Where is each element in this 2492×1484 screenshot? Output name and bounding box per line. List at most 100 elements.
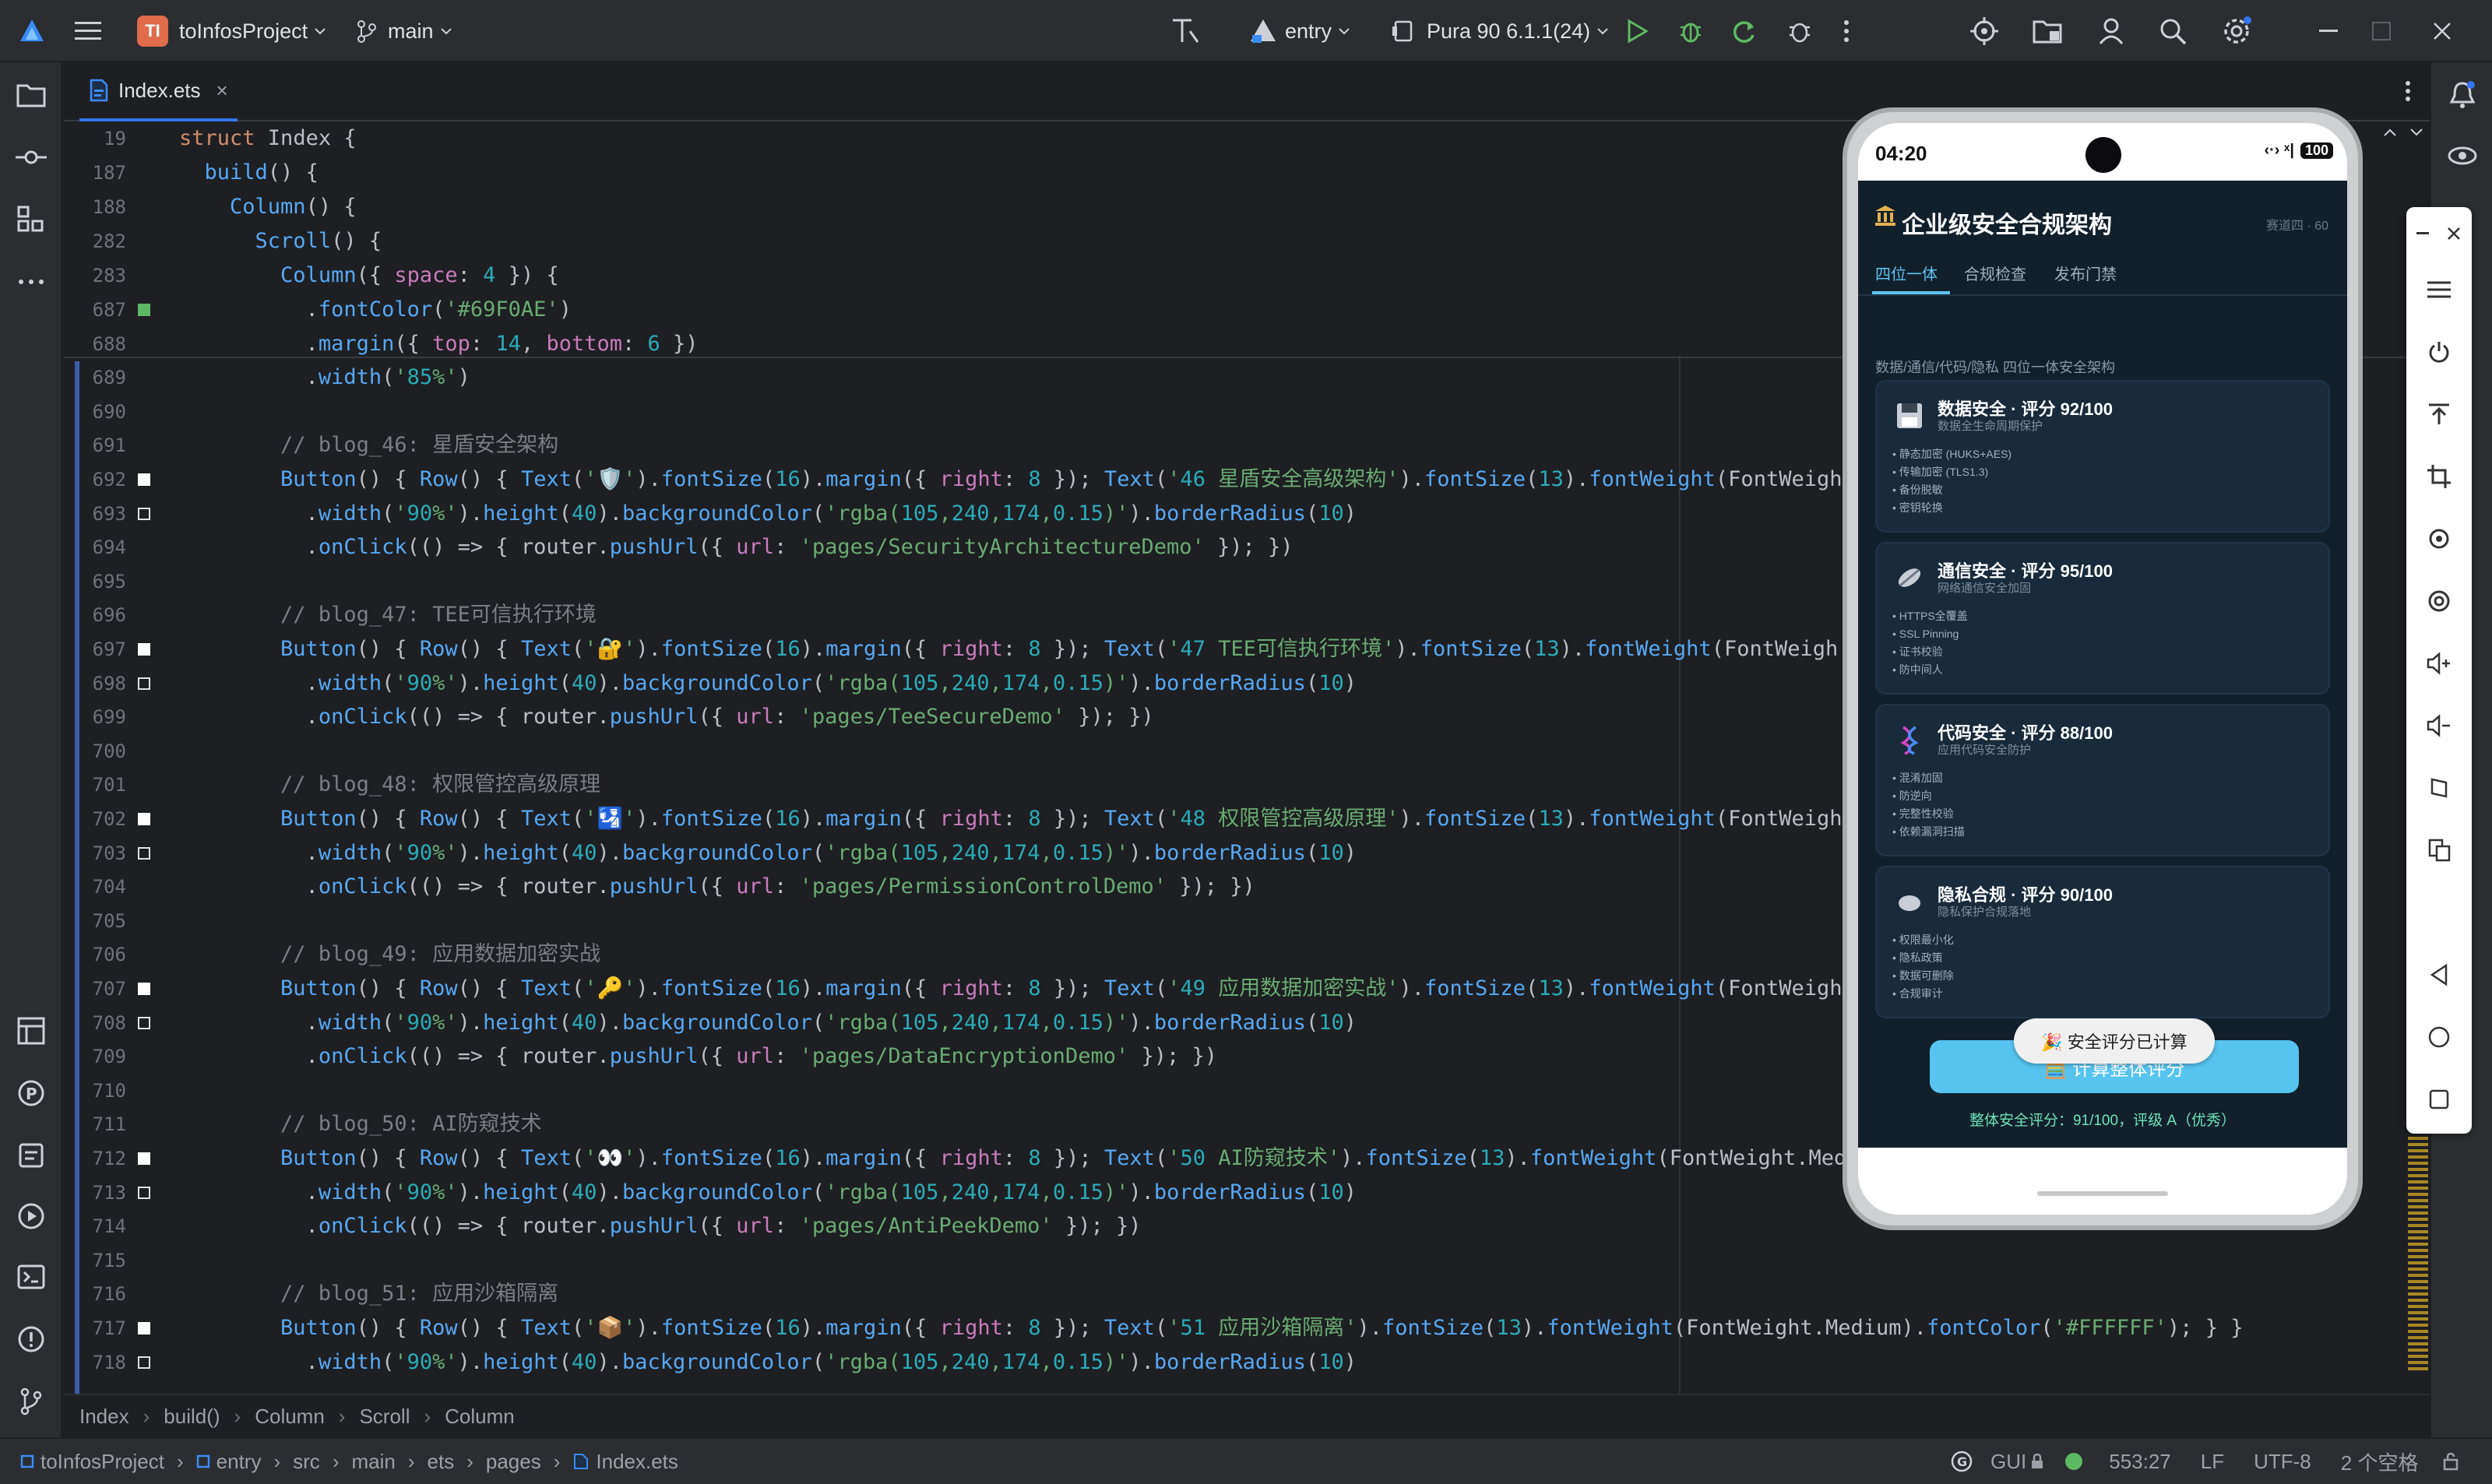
search-icon[interactable] — [2159, 0, 2187, 62]
code-line[interactable]: 718 .width('90%').height(40).backgroundC… — [64, 1345, 2430, 1380]
version-control-icon[interactable] — [16, 1386, 47, 1417]
project-selector[interactable]: TI toInfosProject — [137, 0, 326, 62]
structure-icon[interactable] — [16, 204, 47, 235]
gutter-marker-icon[interactable] — [138, 677, 150, 690]
branch-selector[interactable]: main — [355, 0, 452, 62]
tab-release-gate[interactable]: 发布门禁 — [2054, 262, 2117, 284]
preview-eye-icon[interactable] — [2447, 140, 2478, 171]
inspection-nav[interactable] — [2383, 128, 2423, 137]
layout-inspector-icon[interactable] — [16, 1015, 47, 1046]
device-manager-icon[interactable] — [1970, 0, 1998, 62]
run-icon[interactable] — [1626, 0, 1649, 62]
volume-up-icon[interactable] — [2423, 648, 2455, 679]
attach-debugger-icon[interactable] — [1786, 0, 1813, 62]
code-line[interactable]: 715 — [64, 1243, 2430, 1278]
scrollbar-markers[interactable] — [2408, 1137, 2428, 1370]
breadcrumb-item[interactable]: Column — [255, 1405, 325, 1429]
card-item: • 数据可删除 — [1892, 969, 1954, 982]
gutter-marker-icon[interactable] — [138, 846, 150, 860]
path-item[interactable]: ets — [428, 1450, 455, 1474]
path-item[interactable]: main — [351, 1450, 395, 1474]
back-nav-icon[interactable] — [2423, 959, 2455, 990]
tab-options-icon[interactable] — [2405, 79, 2411, 107]
main-menu-icon[interactable] — [75, 0, 101, 62]
screenshot-icon[interactable] — [2423, 586, 2455, 617]
more-actions-icon[interactable] — [1843, 0, 1850, 62]
path-item[interactable]: Index.ets — [596, 1450, 678, 1474]
gutter-marker-icon[interactable] — [138, 1322, 150, 1335]
path-item[interactable]: src — [293, 1450, 320, 1474]
path-item[interactable]: entry — [216, 1450, 262, 1474]
gutter-marker-icon[interactable] — [138, 507, 150, 520]
card-privacy-compliance[interactable]: 隐私合规 · 评分 90/100 隐私保护合规落地 • 权限最小化 • 隐私政策… — [1875, 866, 2330, 1018]
gutter-marker-icon[interactable] — [138, 304, 150, 316]
card-communication-security[interactable]: 通信安全 · 评分 95/100 网络通信安全加固 • HTTPS全覆盖 • S… — [1875, 542, 2330, 695]
problems-icon[interactable] — [16, 1324, 47, 1355]
settings-icon[interactable] — [2221, 0, 2252, 62]
gutter-marker-icon[interactable] — [138, 643, 150, 656]
gutter-marker-icon[interactable] — [138, 983, 150, 995]
multi-screen-icon[interactable] — [2423, 835, 2455, 866]
home-nav-icon[interactable] — [2423, 1022, 2455, 1053]
project-folder-icon[interactable] — [16, 79, 47, 111]
tab-four-in-one[interactable]: 四位一体 — [1875, 262, 1938, 284]
close-emulator-icon[interactable] — [2442, 218, 2466, 249]
crop-icon[interactable] — [2423, 461, 2455, 492]
tab-index-ets[interactable]: Index.ets × — [79, 62, 238, 121]
cursor-position[interactable]: 553:27 — [2109, 1450, 2171, 1474]
line-separator[interactable]: LF — [2201, 1450, 2224, 1474]
minimize-emulator-icon[interactable] — [2411, 218, 2434, 249]
commit-icon[interactable] — [16, 142, 47, 173]
gutter-marker-icon[interactable] — [138, 1152, 150, 1165]
minimize-window-icon[interactable] — [2319, 0, 2338, 62]
phone-screen[interactable]: 04:20 ‹·› ˣ| 100 企业级安全合规架构 赛道四 · 60 四位一体… — [1858, 123, 2347, 1215]
recents-nav-icon[interactable] — [2423, 1084, 2455, 1115]
path-item[interactable]: pages — [486, 1450, 541, 1474]
debug-icon[interactable] — [1677, 0, 1704, 62]
upload-icon[interactable] — [2423, 399, 2455, 430]
run-tool-icon[interactable] — [16, 1201, 47, 1232]
file-encoding[interactable]: UTF-8 — [2254, 1450, 2311, 1474]
fold-icon[interactable] — [2423, 772, 2455, 804]
project-structure-icon[interactable] — [2033, 0, 2064, 62]
code-text: .onClick(() => { router.pushUrl({ url: '… — [179, 535, 1294, 560]
gutter-marker-icon[interactable] — [138, 813, 150, 825]
breadcrumb-item[interactable]: Scroll — [359, 1405, 410, 1429]
gutter-marker-icon[interactable] — [138, 1356, 150, 1369]
maximize-window-icon[interactable] — [2372, 0, 2391, 62]
indent-setting[interactable]: 2 个空格 — [2341, 1447, 2419, 1476]
profiler-icon[interactable]: P — [16, 1078, 47, 1109]
code-text: // blog_49: 应用数据加密实战 — [179, 942, 601, 967]
apply-changes-icon[interactable] — [1730, 0, 1757, 62]
code-line[interactable]: 717 Button() { Row() { Text('📦').fontSiz… — [64, 1311, 2430, 1345]
breadcrumb-item[interactable]: build() — [164, 1405, 220, 1429]
todo-icon[interactable] — [16, 1140, 47, 1171]
run-config-selector[interactable]: entry — [1249, 0, 1350, 62]
gutter-marker-icon[interactable] — [138, 1186, 150, 1199]
notifications-icon[interactable] — [2447, 79, 2478, 111]
account-icon[interactable] — [2098, 0, 2124, 62]
rotate-icon[interactable] — [2423, 523, 2455, 554]
power-icon[interactable] — [2423, 336, 2455, 367]
tab-close-icon[interactable]: × — [216, 79, 228, 103]
card-data-security[interactable]: 数据安全 · 评分 92/100 数据全生命周期保护 • 静态加密 (HUKS+… — [1875, 380, 2330, 533]
path-item[interactable]: toInfosProject — [40, 1450, 164, 1474]
close-window-icon[interactable] — [2433, 0, 2452, 62]
emulator-menu-icon[interactable] — [2423, 274, 2455, 305]
more-tools-icon[interactable] — [16, 266, 47, 297]
gutter-marker-icon[interactable] — [138, 1016, 150, 1029]
card-code-security[interactable]: 代码安全 · 评分 88/100 应用代码安全防护 • 混淆加固 • 防逆向 •… — [1875, 704, 2330, 856]
terminal-icon[interactable] — [16, 1261, 47, 1292]
code-text: .onClick(() => { router.pushUrl({ url: '… — [179, 874, 1255, 899]
text-tool-icon[interactable] — [1170, 0, 1201, 62]
gui-indicator[interactable]: GUI — [1990, 1450, 2026, 1474]
home-indicator[interactable] — [2037, 1191, 2168, 1196]
line-number: 691 — [92, 434, 126, 457]
gutter-marker-icon[interactable] — [138, 473, 150, 486]
tab-compliance-check[interactable]: 合规检查 — [1964, 262, 2026, 284]
volume-down-icon[interactable] — [2423, 710, 2455, 741]
code-line[interactable]: 716 // blog_51: 应用沙箱隔离 — [64, 1277, 2430, 1311]
device-selector[interactable]: Pura 90 6.1.1(24) — [1391, 0, 1609, 62]
breadcrumb-item[interactable]: Column — [445, 1405, 515, 1429]
breadcrumb-item[interactable]: Index — [79, 1405, 129, 1429]
